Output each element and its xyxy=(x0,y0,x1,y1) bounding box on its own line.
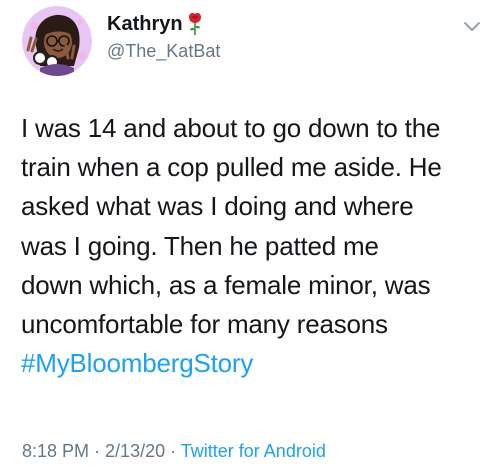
chevron-down-icon[interactable] xyxy=(462,20,482,34)
meta-separator: · xyxy=(89,441,106,461)
tweet-source-link[interactable]: Twitter for Android xyxy=(181,441,326,461)
tweet-text-line: uncomfortable for many reasons xyxy=(21,309,388,340)
tweet-text-line: I was 14 and about to go down to the xyxy=(21,113,441,143)
tweet-text-line: down which, as a female minor, was xyxy=(21,269,431,300)
tweet-date[interactable]: 2/13/20 xyxy=(105,441,165,461)
rose-icon xyxy=(188,13,201,35)
tweet-text-line: was I going. Then he patted me xyxy=(21,230,379,261)
name-row: Kathryn xyxy=(107,11,203,37)
tweet-text-line: train when a cop pulled me aside. He xyxy=(21,152,442,183)
tweet-meta: 8:18 PM · 2/13/20 · Twitter for Android xyxy=(22,441,326,462)
tweet-text-line: asked what was I doing and where xyxy=(21,191,414,222)
tweet-time[interactable]: 8:18 PM xyxy=(22,441,89,461)
avatar[interactable] xyxy=(22,6,92,76)
handle[interactable]: @The_KatBat xyxy=(107,41,220,62)
tweet-text: I was 14 and about to go down to the tra… xyxy=(21,109,491,383)
hashtag-link[interactable]: #MyBloombergStory xyxy=(21,344,491,383)
cartoon-avatar-icon xyxy=(22,6,92,76)
meta-separator: · xyxy=(165,441,181,461)
display-name[interactable]: Kathryn xyxy=(107,13,183,36)
tweet-card: Kathryn @The_KatBat I was 14 and about t… xyxy=(0,0,500,472)
